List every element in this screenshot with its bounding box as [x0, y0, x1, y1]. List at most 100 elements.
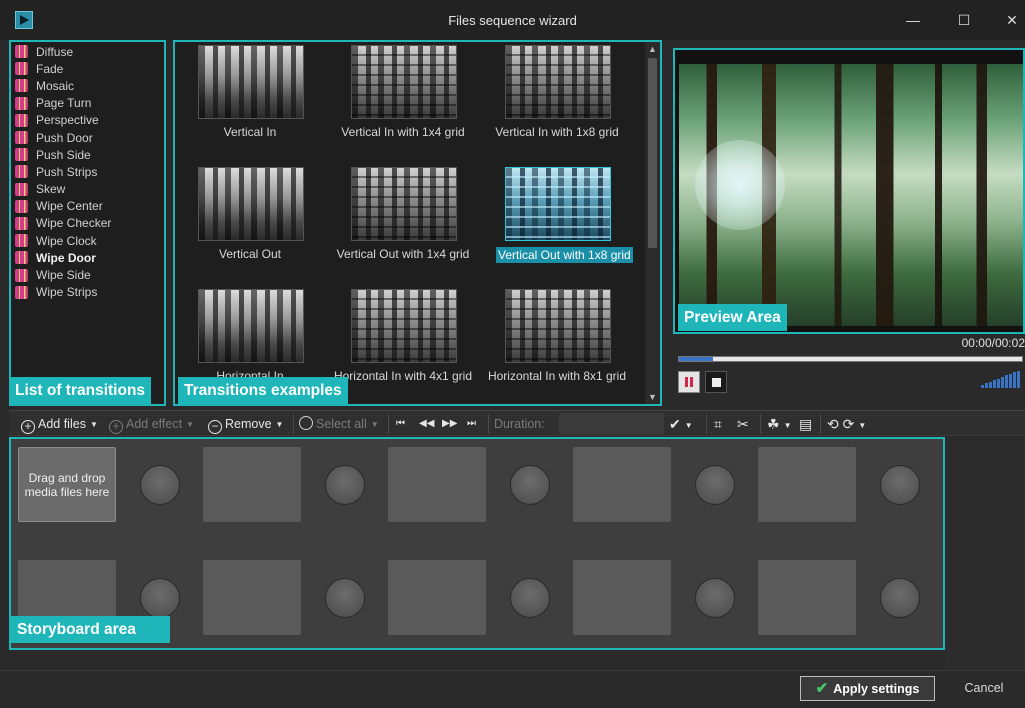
- previous-icon[interactable]: ◀◀: [419, 415, 434, 433]
- example-thumbnail: [505, 289, 611, 363]
- transition-icon: [15, 182, 28, 196]
- storyboard-slot[interactable]: [203, 447, 301, 522]
- minimize-button[interactable]: —: [901, 8, 925, 32]
- transition-node[interactable]: [325, 465, 365, 505]
- transition-icon: [15, 79, 28, 93]
- add-files-button[interactable]: + Add files ▼: [21, 415, 98, 434]
- transitions-list-callout: List of transitions: [9, 377, 152, 404]
- select-all-button[interactable]: Select all ▼: [299, 415, 379, 433]
- storyboard-slot[interactable]: [758, 560, 856, 635]
- example-thumbnail: [505, 167, 611, 241]
- cut-icon[interactable]: ✂: [737, 415, 749, 433]
- add-effect-button[interactable]: + Add effect ▼: [109, 415, 194, 434]
- transition-item[interactable]: Fade: [11, 60, 164, 77]
- transition-node[interactable]: [880, 578, 920, 618]
- storyboard-slot[interactable]: [388, 447, 486, 522]
- apply-settings-button[interactable]: ✔ Apply settings: [800, 676, 935, 701]
- transition-node[interactable]: [510, 465, 550, 505]
- transition-item[interactable]: Push Side: [11, 146, 164, 163]
- dropdown-caret-icon: ▼: [186, 420, 194, 429]
- example-thumbnail: [351, 45, 457, 119]
- storyboard-slot[interactable]: [388, 560, 486, 635]
- transition-node[interactable]: [140, 578, 180, 618]
- maximize-button[interactable]: ☐: [952, 8, 976, 32]
- transitions-list: Diffuse Fade Mosaic Page Turn Perspective Pus…: [9, 40, 166, 406]
- volume-icon[interactable]: [981, 368, 1023, 388]
- drop-zone[interactable]: Drag and drop media files here: [18, 447, 116, 522]
- transition-example[interactable]: Vertical In: [175, 42, 325, 152]
- preview-area-callout: Preview Area: [678, 304, 787, 331]
- example-thumbnail: [198, 289, 304, 363]
- transition-icon: [15, 131, 28, 145]
- transition-item[interactable]: Mosaic: [11, 77, 164, 94]
- first-icon[interactable]: ⏮: [396, 415, 405, 433]
- scroll-down-icon[interactable]: ▼: [645, 390, 660, 404]
- transition-label: Perspective: [36, 113, 99, 128]
- rotate-icon[interactable]: ⟲ ⟳ ▼: [827, 415, 866, 433]
- remove-button[interactable]: − Remove ▼: [208, 415, 283, 434]
- storyboard-slot[interactable]: [758, 447, 856, 522]
- minus-icon: −: [208, 420, 222, 434]
- last-icon[interactable]: ⏭: [467, 415, 476, 433]
- example-thumbnail: [505, 45, 611, 119]
- transition-label: Page Turn: [36, 96, 92, 111]
- transition-example[interactable]: Horizontal In with 4x1 grid: [328, 286, 478, 396]
- transition-item[interactable]: Page Turn: [11, 95, 164, 112]
- timecode: 00:00/00:02: [961, 336, 1025, 350]
- transition-icon: [15, 268, 28, 282]
- transition-example[interactable]: Vertical Out with 1x4 grid: [328, 164, 478, 274]
- transition-example[interactable]: Horizontal In with 8x1 grid: [482, 286, 632, 396]
- pause-button[interactable]: [678, 371, 700, 393]
- example-label: Vertical Out with 1x4 grid: [336, 247, 470, 261]
- examples-scrollbar[interactable]: ▲ ▼: [645, 42, 660, 404]
- transition-icon: [15, 199, 28, 213]
- transition-item[interactable]: Wipe Checker: [11, 215, 164, 232]
- preview-area: [673, 48, 1025, 334]
- transition-example[interactable]: Vertical Out with 1x8 grid: [482, 164, 633, 274]
- transition-node[interactable]: [695, 465, 735, 505]
- transition-item[interactable]: Wipe Clock: [11, 232, 164, 249]
- transition-item[interactable]: Push Strips: [11, 163, 164, 180]
- transition-icon: [15, 251, 28, 265]
- transition-item[interactable]: Push Door: [11, 129, 164, 146]
- transition-example[interactable]: Vertical Out: [175, 164, 325, 274]
- transition-node[interactable]: [325, 578, 365, 618]
- storyboard-slot[interactable]: [203, 560, 301, 635]
- storyboard-slot[interactable]: [573, 560, 671, 635]
- example-thumbnail: [198, 167, 304, 241]
- progress-fill: [679, 357, 714, 361]
- transition-node[interactable]: [695, 578, 735, 618]
- transition-label: Wipe Center: [36, 199, 103, 214]
- transition-example[interactable]: Vertical In with 1x8 grid: [482, 42, 632, 152]
- transition-item[interactable]: Wipe Center: [11, 198, 164, 215]
- playback-progress[interactable]: [678, 356, 1023, 362]
- duration-field[interactable]: [559, 413, 664, 434]
- scrollbar-thumb[interactable]: [648, 58, 657, 248]
- transition-item[interactable]: Perspective: [11, 112, 164, 129]
- transition-item[interactable]: Wipe Side: [11, 266, 164, 283]
- transition-item[interactable]: Wipe Strips: [11, 284, 164, 301]
- transition-node[interactable]: [510, 578, 550, 618]
- transition-icon: [15, 165, 28, 179]
- crop-icon[interactable]: ⌗: [714, 415, 722, 433]
- cancel-button[interactable]: Cancel: [946, 676, 1022, 701]
- check-icon: ✔: [815, 680, 829, 697]
- close-button[interactable]: ✕: [1000, 8, 1024, 32]
- transition-item[interactable]: Wipe Door: [11, 249, 164, 266]
- storyboard-slot[interactable]: [573, 447, 671, 522]
- copy-icon[interactable]: ▤: [799, 415, 812, 433]
- transition-item[interactable]: Diffuse: [11, 43, 164, 60]
- transition-icon: [15, 45, 28, 59]
- storyboard-callout: Storyboard area: [11, 616, 170, 643]
- scroll-up-icon[interactable]: ▲: [645, 42, 660, 56]
- next-icon[interactable]: ▶▶: [442, 415, 457, 433]
- transition-node[interactable]: [880, 465, 920, 505]
- transition-node[interactable]: [140, 465, 180, 505]
- transition-label: Mosaic: [36, 78, 75, 93]
- transition-item[interactable]: Skew: [11, 181, 164, 198]
- stop-button[interactable]: [705, 371, 727, 393]
- transition-label: Wipe Strips: [36, 285, 98, 300]
- check-icon[interactable]: ✔ ▼: [669, 415, 693, 433]
- effects-icon[interactable]: ☘ ▼: [767, 415, 791, 433]
- transition-example[interactable]: Vertical In with 1x4 grid: [328, 42, 478, 152]
